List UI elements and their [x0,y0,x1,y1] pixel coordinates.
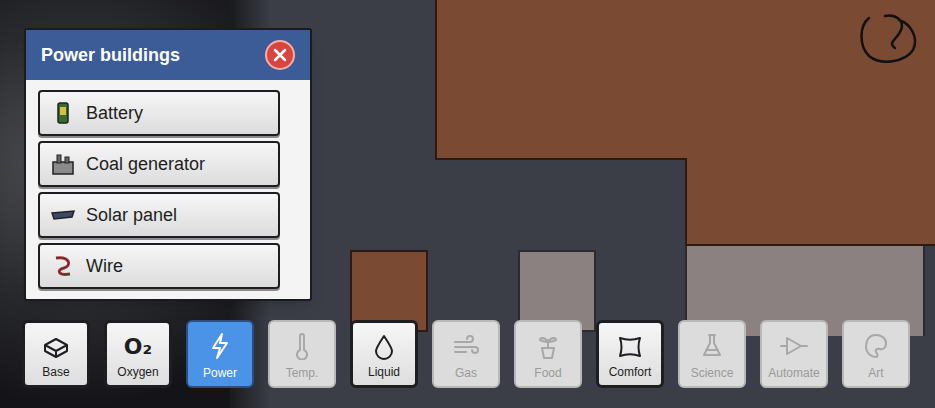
category-label: Temp. [286,366,319,380]
build-item-label: Battery [86,100,143,127]
solar-panel-icon [50,203,76,227]
coal-generator-icon [50,152,76,176]
category-label: Comfort [609,365,652,379]
food-icon [536,332,560,360]
category-label: Food [534,366,561,380]
category-button: Automate [760,320,828,388]
battery-icon [50,101,76,125]
build-menu-header: Power buildings [26,30,310,80]
build-menu-title: Power buildings [41,42,180,69]
category-button[interactable]: O₂ Oxygen [104,320,172,388]
category-label: Art [868,366,883,380]
build-item-button[interactable]: Coal generator [38,141,280,187]
build-menu: Power buildings Battery Coal generator Sol… [24,28,312,301]
category-button[interactable]: Comfort [596,320,664,388]
build-item-label: Solar panel [86,202,177,229]
category-label: Oxygen [117,365,158,379]
close-icon [273,48,287,62]
game-view: Power buildings Battery Coal generator Sol… [0,0,935,408]
category-button[interactable]: Power [186,320,254,388]
build-menu-list: Battery Coal generator Solar panel Wire [26,80,310,299]
category-label: Science [691,366,734,380]
category-label: Gas [455,366,477,380]
category-button: Temp. [268,320,336,388]
scribble-icon [855,12,919,66]
category-button: Gas [432,320,500,388]
base-icon [41,333,71,361]
category-label: Automate [768,366,819,380]
art-icon [863,332,889,360]
build-item-button[interactable]: Battery [38,90,280,136]
category-label: Power [203,366,237,380]
build-item-label: Wire [86,253,123,280]
build-item-button[interactable]: Wire [38,243,280,289]
liquid-icon [372,333,396,361]
category-label: Liquid [368,365,400,379]
science-icon [700,332,724,360]
category-label: Base [42,365,69,379]
category-button[interactable]: Liquid [350,320,418,388]
oxygen-icon: O₂ [124,333,152,361]
category-button[interactable]: Base [22,320,90,388]
category-button: Food [514,320,582,388]
thermometer-icon [290,332,314,360]
gas-icon [452,332,480,360]
category-toolbar: Base O₂ Oxygen Power Temp. Liquid Gas Food Comfo… [22,320,910,388]
category-button: Science [678,320,746,388]
build-item-button[interactable]: Solar panel [38,192,280,238]
close-button[interactable] [265,40,295,70]
comfort-icon [616,333,644,361]
dirt-tile [685,158,935,246]
power-icon [208,332,232,360]
dirt-tile [435,0,935,160]
build-item-label: Coal generator [86,151,205,178]
wire-icon [50,254,76,278]
category-button: Art [842,320,910,388]
automate-icon [779,332,809,360]
